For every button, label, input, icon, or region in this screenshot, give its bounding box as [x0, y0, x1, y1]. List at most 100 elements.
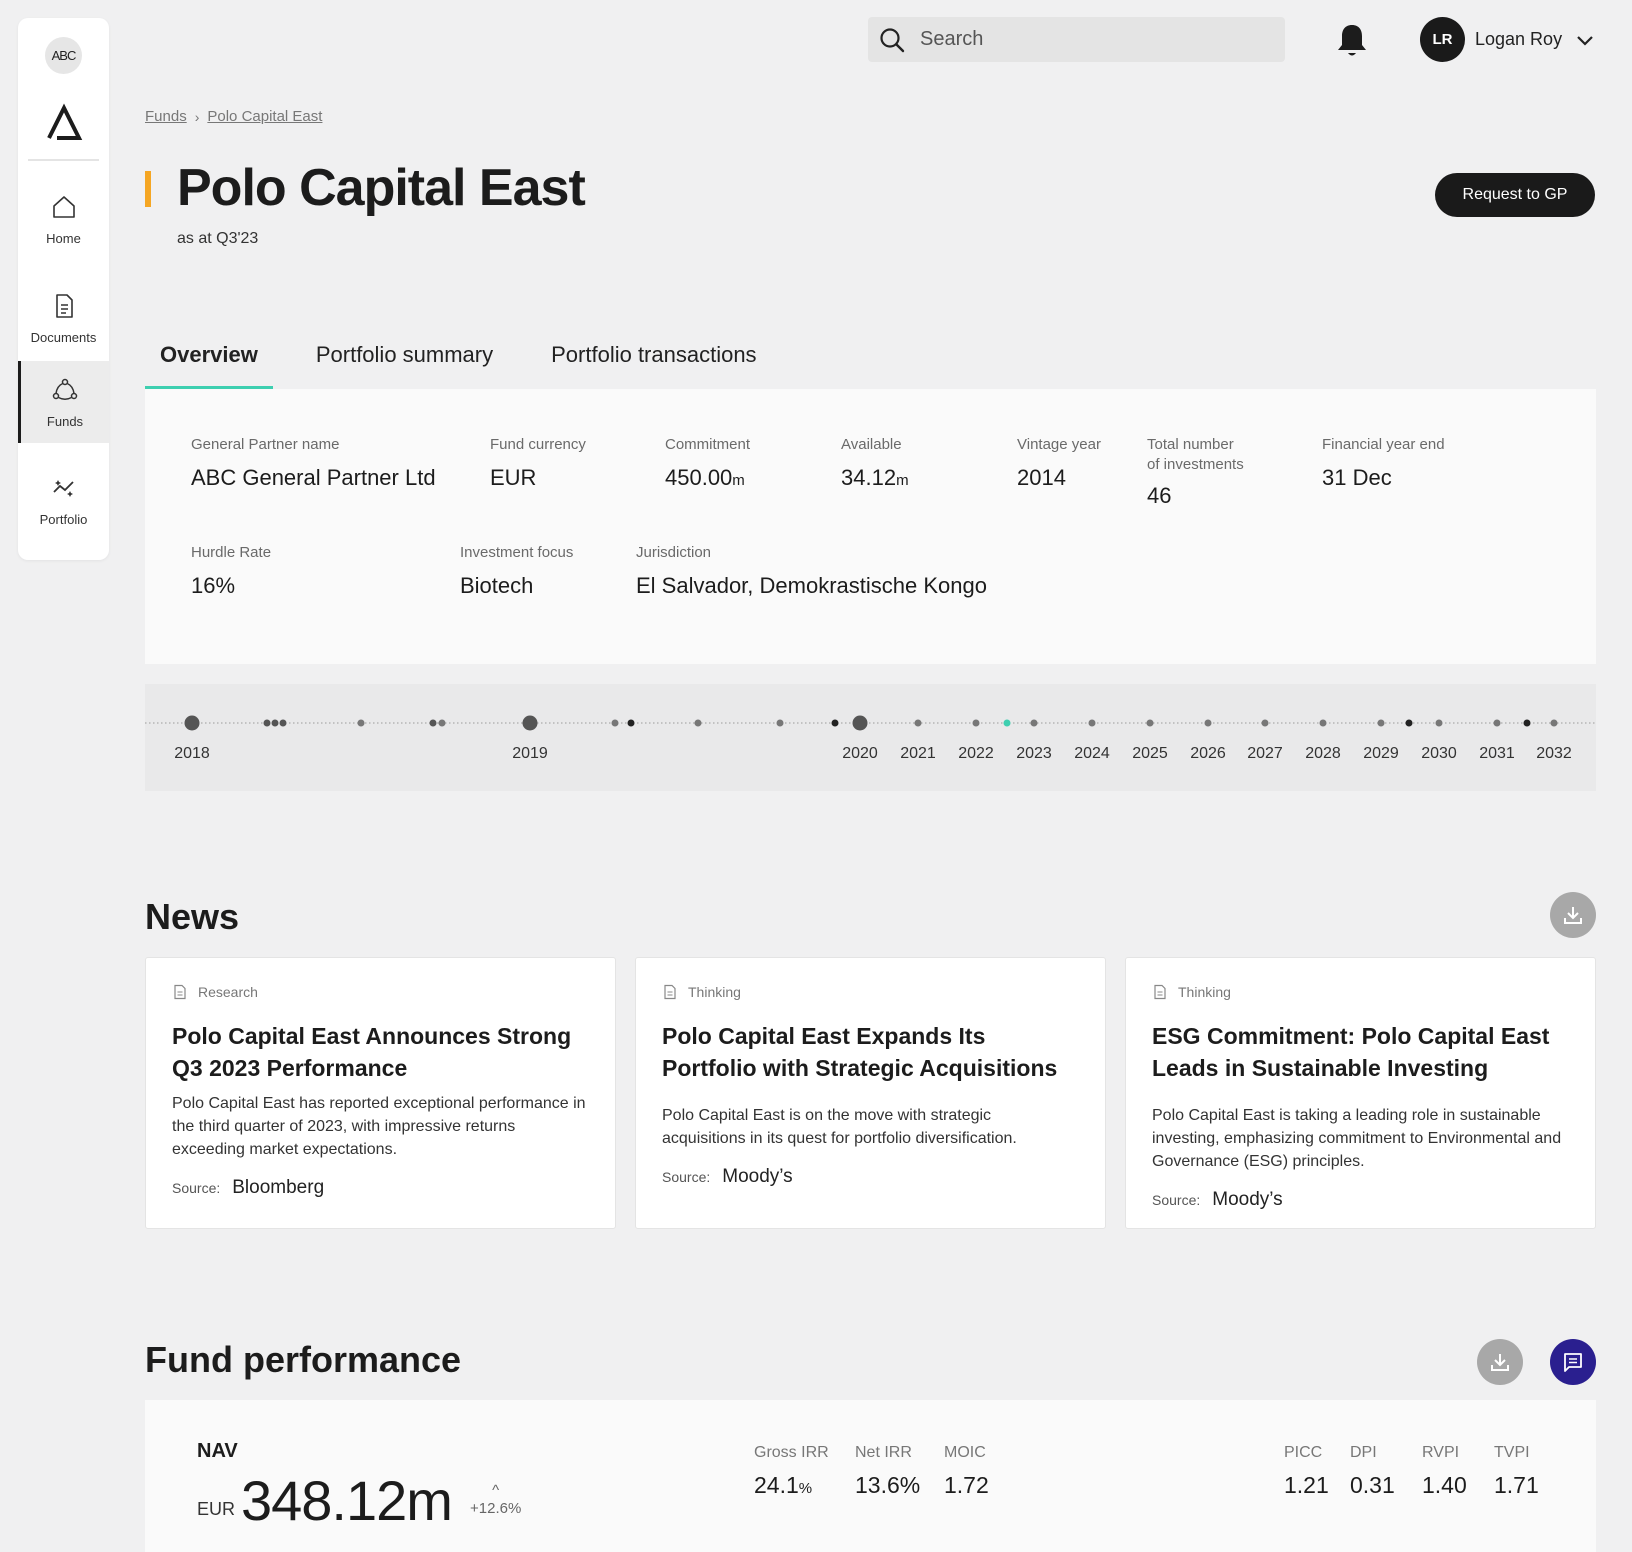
field-label: Hurdle Rate [191, 544, 272, 561]
timeline-event[interactable] [1550, 719, 1558, 727]
chat-icon [1564, 1353, 1582, 1372]
title-accent-bar [145, 171, 151, 207]
field-label: General Partner name [191, 436, 340, 453]
sidebar-divider [28, 159, 99, 161]
metric-label: Net IRR [855, 1444, 912, 1461]
field-value: 31 Dec [1322, 465, 1392, 490]
timeline-year: 2029 [1363, 745, 1399, 762]
news-section-title: News [145, 896, 240, 937]
news-source-value: Bloomberg [232, 1177, 325, 1198]
field-label: Commitment [665, 436, 751, 453]
field-total-investments: Total number of investments 46 [1147, 435, 1244, 509]
news-title[interactable]: Polo Capital East Announces Strong Q3 20… [172, 1020, 589, 1084]
field-label: Jurisdiction [636, 544, 712, 561]
timeline-event[interactable] [1435, 719, 1443, 727]
timeline-year: 2031 [1479, 745, 1515, 762]
timeline-event[interactable] [1523, 719, 1531, 727]
document-icon [55, 293, 73, 318]
search-input[interactable] [920, 28, 1260, 51]
timeline-event[interactable] [263, 719, 271, 727]
field-label: of investments [1147, 456, 1244, 473]
sidebar-item-funds[interactable]: Funds [18, 361, 109, 443]
timeline-event[interactable] [1319, 719, 1327, 727]
page-title: Polo Capital East [177, 159, 586, 217]
metric-value: 1.40 [1422, 1472, 1467, 1498]
metric-moic: MOIC 1.72 [944, 1444, 989, 1499]
timeline-event[interactable] [1405, 719, 1413, 727]
avatar: LR [1420, 17, 1465, 62]
timeline-current-marker[interactable] [1003, 719, 1011, 727]
nav-change: ^ +12.6% [470, 1482, 521, 1518]
news-category: Research [172, 984, 589, 1000]
timeline-event[interactable] [279, 719, 287, 727]
timeline-event[interactable] [694, 719, 702, 727]
timeline-event[interactable] [1030, 719, 1038, 727]
news-title[interactable]: Polo Capital East Expands Its Portfolio … [662, 1020, 1079, 1084]
timeline-event-major[interactable] [852, 715, 868, 731]
field-value: EUR [490, 465, 537, 490]
field-financial-year-end: Financial year end 31 Dec [1322, 435, 1445, 491]
notification-bell-icon[interactable] [1333, 20, 1371, 60]
breadcrumb: Funds › Polo Capital East [145, 108, 322, 125]
request-to-gp-button[interactable]: Request to GP [1435, 173, 1595, 217]
timeline-event[interactable] [776, 719, 784, 727]
performance-download-button[interactable] [1477, 1339, 1523, 1385]
news-source-label: Source: [662, 1169, 711, 1185]
news-source: Source: Bloomberg [172, 1177, 589, 1199]
timeline-event[interactable] [1261, 719, 1269, 727]
nav-label: NAV [197, 1440, 238, 1462]
timeline-event[interactable] [1146, 719, 1154, 727]
sidebar-item-home[interactable]: Home [18, 178, 109, 260]
user-menu[interactable]: LR Logan Roy [1420, 17, 1596, 62]
timeline-year: 2018 [174, 745, 210, 762]
sidebar-item-portfolio[interactable]: Portfolio [18, 459, 109, 541]
news-card[interactable]: Thinking ESG Commitment: Polo Capital Ea… [1125, 957, 1596, 1229]
timeline-event[interactable] [1493, 719, 1501, 727]
news-download-button[interactable] [1550, 892, 1596, 938]
funds-icon [52, 378, 78, 400]
timeline-event-major[interactable] [522, 715, 538, 731]
timeline-event[interactable] [357, 719, 365, 727]
breadcrumb-link-current[interactable]: Polo Capital East [207, 108, 322, 125]
download-icon [1564, 907, 1582, 924]
timeline-event[interactable] [271, 719, 279, 727]
news-title[interactable]: ESG Commitment: Polo Capital East Leads … [1152, 1020, 1569, 1084]
field-value: 34.12m [841, 465, 909, 491]
chat-button[interactable] [1550, 1339, 1596, 1385]
timeline-event[interactable] [627, 719, 635, 727]
timeline-event[interactable] [972, 719, 980, 727]
timeline-event[interactable] [1377, 719, 1385, 727]
field-vintage-year: Vintage year 2014 [1017, 435, 1101, 491]
chevron-right-icon: › [194, 108, 200, 125]
tab-portfolio-transactions[interactable]: Portfolio transactions [536, 336, 771, 389]
nav-value: 348.12m [241, 1469, 453, 1532]
field-value: 450.00m [665, 465, 750, 491]
news-card[interactable]: Research Polo Capital East Announces Str… [145, 957, 616, 1229]
timeline-event[interactable] [1204, 719, 1212, 727]
timeline-event[interactable] [1088, 719, 1096, 727]
timeline-event[interactable] [429, 719, 437, 727]
sidebar-item-documents[interactable]: Documents [18, 277, 109, 359]
field-commitment: Commitment 450.00m [665, 435, 750, 491]
download-icon [1491, 1354, 1509, 1371]
commitment-value: 450.00 [665, 465, 733, 490]
tab-portfolio-summary[interactable]: Portfolio summary [301, 336, 508, 389]
news-source-label: Source: [1152, 1192, 1201, 1208]
timeline-event[interactable] [438, 719, 446, 727]
news-card[interactable]: Thinking Polo Capital East Expands Its P… [635, 957, 1106, 1229]
news-body: Polo Capital East has reported exception… [172, 1095, 586, 1158]
timeline-event[interactable] [831, 719, 839, 727]
sidebar-item-label: Documents [30, 329, 97, 345]
timeline-event-major[interactable] [184, 715, 200, 731]
timeline-event[interactable] [914, 719, 922, 727]
tab-overview[interactable]: Overview [145, 336, 273, 389]
chevron-down-icon [1577, 35, 1593, 46]
portfolio-icon [52, 479, 74, 497]
field-value: Biotech [460, 573, 534, 598]
metric-label: MOIC [944, 1444, 986, 1461]
timeline-year: 2027 [1247, 745, 1283, 762]
breadcrumb-link-funds[interactable]: Funds [145, 108, 187, 125]
timeline-event[interactable] [611, 719, 619, 727]
available-value: 34.12 [841, 465, 897, 490]
brand-badge: ABC [45, 37, 82, 74]
